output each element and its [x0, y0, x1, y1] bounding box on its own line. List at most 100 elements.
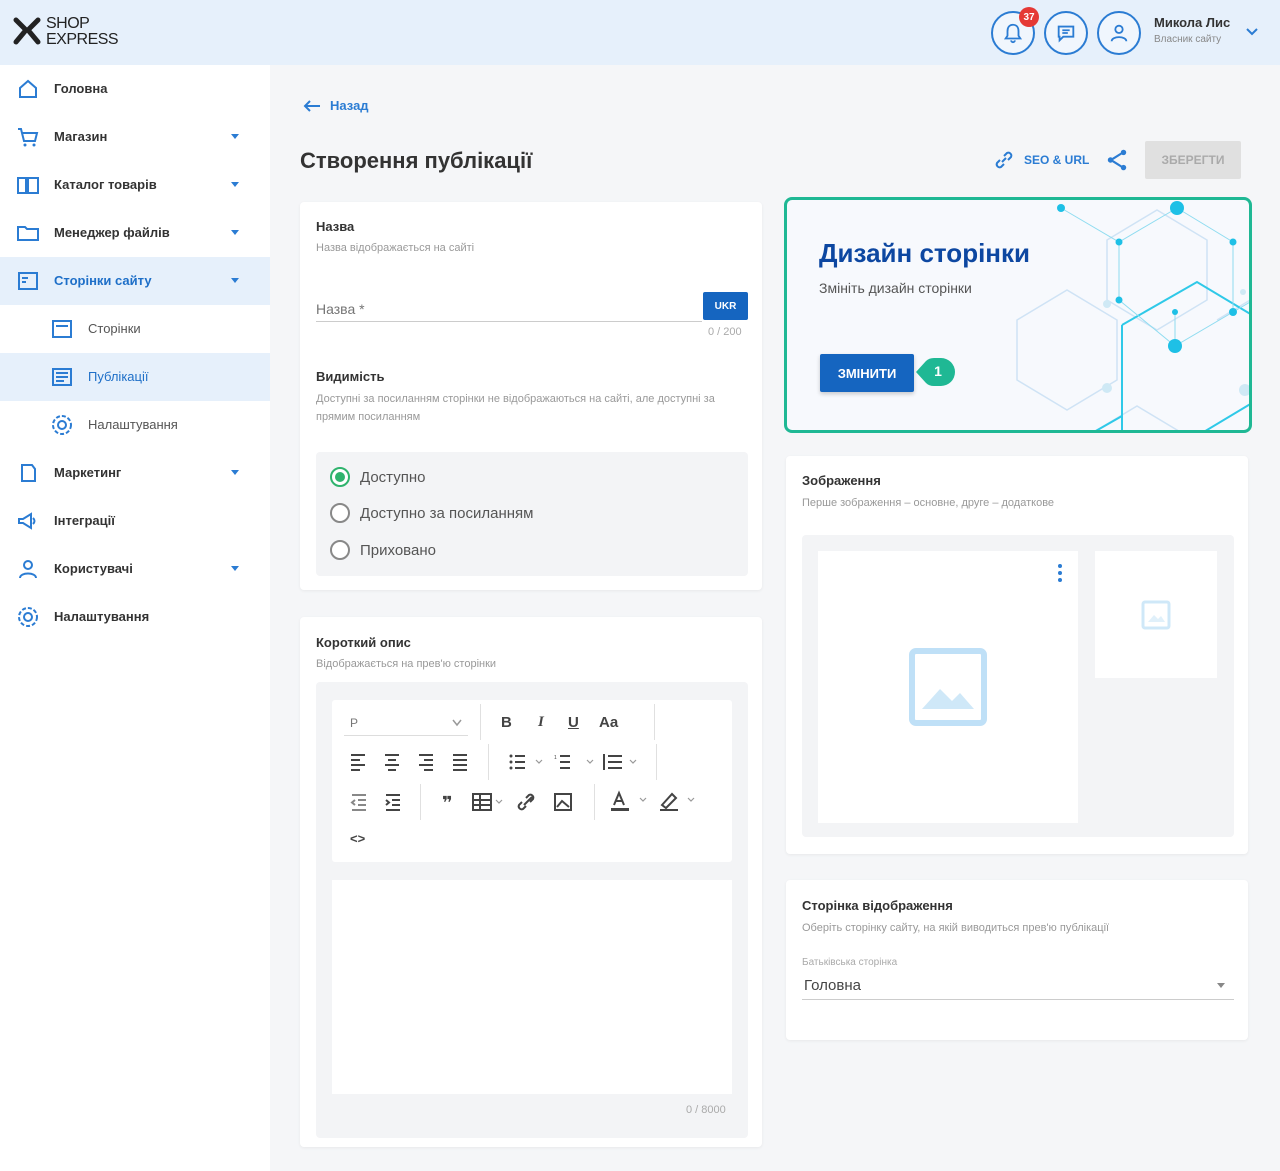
notifications-button[interactable]: 37 — [991, 7, 1039, 55]
sidebar-item-home[interactable]: Головна — [0, 65, 270, 113]
book-icon — [17, 177, 39, 194]
top-header: SHOP EXPRESS 37 Микола Лис Власник сайту — [0, 0, 1280, 65]
toolbar-divider — [480, 704, 481, 740]
chevron-down-icon — [231, 566, 239, 571]
chevron-down-icon — [1217, 983, 1225, 988]
sidebar-item-shop[interactable]: Магазин — [0, 113, 270, 161]
list-icons[interactable]: 1 — [508, 752, 638, 772]
back-link[interactable]: Назад — [302, 98, 369, 113]
user-role: Власник сайту — [1154, 34, 1222, 45]
toolbar-divider — [420, 784, 421, 820]
megaphone-icon — [18, 512, 36, 530]
name-input[interactable] — [316, 296, 702, 322]
name-subtitle: Назва відображається на сайті — [316, 242, 475, 254]
secondary-image-slot[interactable] — [1095, 551, 1217, 678]
chat-icon — [1057, 25, 1075, 43]
sidebar-item-label: Головна — [54, 81, 108, 96]
name-counter: 0 / 200 — [708, 326, 742, 338]
radio-available[interactable]: Доступно — [330, 467, 425, 487]
user-name[interactable]: Микола Лис — [1154, 15, 1230, 30]
quote-icon[interactable]: ❞ — [442, 793, 453, 814]
indent-icons[interactable] — [350, 792, 410, 812]
sidebar-item-publications[interactable]: Публікації — [0, 353, 270, 401]
toolbar-divider — [656, 744, 657, 780]
name-title: Назва — [316, 219, 355, 234]
sidebar: Головна Магазин Каталог товарів Менеджер… — [0, 65, 270, 1171]
back-label: Назад — [330, 98, 369, 113]
sidebar-item-catalog[interactable]: Каталог товарів — [0, 161, 270, 209]
bell-icon — [1003, 23, 1023, 44]
sidebar-item-page-settings[interactable]: Налаштування — [0, 401, 270, 449]
save-button[interactable]: ЗБЕРЕГТИ — [1145, 141, 1241, 179]
sidebar-item-label: Публікації — [88, 369, 149, 384]
sidebar-item-site-pages[interactable]: Сторінки сайту — [0, 257, 270, 305]
hexagon-pattern-decoration — [1016, 201, 1249, 430]
toolbar-divider — [594, 784, 595, 820]
sidebar-item-label: Користувачі — [54, 561, 133, 576]
messages-button[interactable] — [1044, 11, 1088, 55]
insert-icons[interactable] — [472, 792, 572, 812]
short-desc-subtitle: Відображається на прев'ю сторінки — [316, 658, 497, 670]
sidebar-item-label: Менеджер файлів — [54, 225, 170, 240]
publications-icon — [52, 368, 72, 386]
link-icon — [995, 151, 1013, 169]
step-number: 1 — [934, 363, 942, 379]
italic-icon[interactable]: I — [538, 714, 544, 731]
sidebar-item-label: Сторінки сайту — [54, 273, 152, 288]
parent-page-value: Головна — [804, 977, 861, 994]
parent-page-select[interactable]: Головна — [802, 974, 1234, 1000]
visibility-subtitle: Доступні за посиланням сторінки не відоб… — [316, 393, 715, 423]
parent-page-label: Батьківська сторінка — [802, 957, 898, 968]
radio-label: Доступно за посиланням — [360, 504, 534, 522]
radio-dot — [330, 540, 350, 560]
main-image-slot[interactable] — [818, 551, 1078, 823]
bold-icon[interactable]: B — [501, 714, 512, 731]
display-page-subtitle: Оберіть сторінку сайту, на якій виводить… — [802, 922, 1110, 934]
logo-icon — [13, 17, 41, 45]
radio-hidden[interactable]: Приховано — [330, 540, 436, 560]
chevron-down-icon — [231, 470, 239, 475]
sidebar-item-users[interactable]: Користувачі — [0, 545, 270, 593]
radio-by-link[interactable]: Доступно за посиланням — [330, 503, 533, 523]
logo[interactable]: SHOP EXPRESS — [12, 14, 122, 54]
color-icons[interactable] — [610, 790, 710, 812]
font-size-icon[interactable]: Aa — [599, 714, 618, 731]
arrow-left-icon — [303, 99, 320, 112]
description-editor[interactable] — [332, 880, 732, 1094]
gear-icon — [52, 415, 72, 435]
chevron-down-icon[interactable] — [1244, 24, 1260, 40]
share-icon[interactable] — [1104, 147, 1130, 173]
display-page-title: Сторінка відображення — [802, 898, 953, 913]
notification-badge: 37 — [1019, 7, 1039, 27]
images-title: Зображення — [802, 473, 881, 488]
sidebar-item-settings[interactable]: Налаштування — [0, 593, 270, 641]
sidebar-item-pages[interactable]: Сторінки — [0, 305, 270, 353]
language-button[interactable]: UKR — [703, 292, 748, 320]
code-view-icon[interactable]: <> — [350, 831, 365, 846]
seo-url-button[interactable]: SEO & URL — [992, 148, 1089, 172]
sidebar-item-marketing[interactable]: Маркетинг — [0, 449, 270, 497]
home-icon — [19, 79, 37, 98]
format-select[interactable]: P — [344, 710, 468, 736]
underline-icon[interactable]: U — [568, 714, 579, 731]
short-desc-title: Короткий опис — [316, 635, 411, 650]
logo-text-shop: SHOP — [46, 15, 90, 32]
toolbar-divider — [654, 704, 655, 740]
logo-text-express: EXPRESS — [46, 31, 119, 48]
design-card: Дизайн сторінки Змініть дизайн сторінки … — [784, 197, 1252, 433]
sidebar-item-file-manager[interactable]: Менеджер файлів — [0, 209, 270, 257]
align-icons[interactable] — [350, 752, 470, 772]
radio-label: Доступно — [360, 468, 426, 486]
radio-dot — [330, 467, 350, 487]
pages-icon — [18, 272, 38, 290]
profile-button[interactable] — [1097, 11, 1141, 55]
image-placeholder-icon — [1141, 600, 1171, 630]
user-icon — [19, 560, 37, 579]
design-subtitle: Змініть дизайн сторінки — [819, 280, 972, 296]
sidebar-item-integrations[interactable]: Інтеграції — [0, 497, 270, 545]
desc-counter: 0 / 8000 — [686, 1104, 726, 1116]
change-design-button[interactable]: ЗМІНИТИ — [820, 354, 914, 392]
radio-dot — [330, 503, 350, 523]
sidebar-item-label: Інтеграції — [54, 513, 115, 528]
more-vertical-icon[interactable] — [1056, 563, 1064, 583]
